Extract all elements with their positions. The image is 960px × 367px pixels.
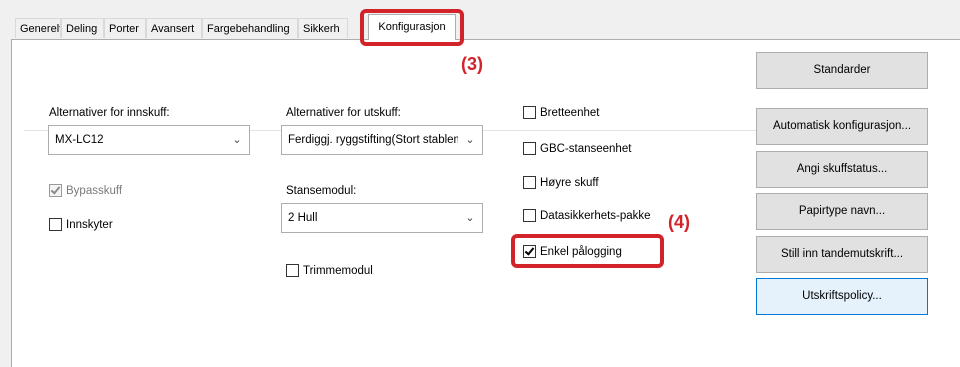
input-tray-select[interactable]: MX-LC12 ⌄ [48,125,250,155]
output-tray-label: Alternativer for utskuff: [286,107,401,119]
checkbox-box [523,209,536,222]
highlight-box-single-sign-on [511,234,664,268]
checkbox-box [523,176,536,189]
punch-module-select[interactable]: 2 Hull ⌄ [281,203,483,233]
data-security-kit-checkbox[interactable]: Datasikkerhets-pakke [523,209,651,222]
input-tray-value: MX-LC12 [55,134,104,146]
input-tray-label: Alternativer for innskuff: [49,107,170,119]
auto-configuration-button[interactable]: Automatisk konfigurasjon... [756,108,928,145]
inserter-label: Innskyter [66,218,113,231]
output-tray-select[interactable]: Ferdiggj. ryggstifting(Stort stablema ⌄ [281,125,483,155]
defaults-button[interactable]: Standarder [756,52,928,89]
print-policy-button[interactable]: Utskriftspolicy... [756,278,928,315]
gbc-punch-label: GBC-stanseenhet [540,142,632,155]
bypass-tray-label: Bypasskuff [66,184,123,197]
checkbox-box [523,142,536,155]
tab-generelt[interactable]: Generelt [15,18,61,38]
tab-porter[interactable]: Porter [104,18,146,38]
punch-module-value: 2 Hull [288,212,318,224]
chevron-down-icon[interactable]: ⌄ [225,126,249,154]
annotation-step-3: (3) [461,54,483,74]
checkbox-box [286,264,299,277]
chevron-down-icon[interactable]: ⌄ [458,126,482,154]
tab-avansert[interactable]: Avansert [146,18,202,38]
folding-unit-checkbox[interactable]: Bretteenhet [523,106,599,119]
paper-type-name-button[interactable]: Papirtype navn... [756,193,928,230]
output-tray-value: Ferdiggj. ryggstifting(Stort stablema [288,134,470,146]
tandem-print-button[interactable]: Still inn tandemutskrift... [756,236,928,273]
trimmer-label: Trimmemodul [303,264,373,277]
highlight-box-tab [360,9,464,46]
tab-deling[interactable]: Deling [61,18,104,38]
punch-module-label: Stansemodul: [286,185,357,197]
data-security-kit-label: Datasikkerhets-pakke [540,209,651,222]
bypass-tray-checkbox[interactable]: Bypasskuff [49,184,122,197]
checkbox-box [49,218,62,231]
folding-unit-label: Bretteenhet [540,106,600,119]
checkbox-box [523,106,536,119]
chevron-down-icon[interactable]: ⌄ [458,204,482,232]
annotation-step-4: (4) [668,212,690,232]
trimmer-checkbox[interactable]: Trimmemodul [286,264,373,277]
right-tray-checkbox[interactable]: Høyre skuff [523,176,599,189]
tab-sikkerhet[interactable]: Sikkerh [298,18,348,38]
right-tray-label: Høyre skuff [540,176,599,189]
gbc-punch-checkbox[interactable]: GBC-stanseenhet [523,142,631,155]
set-tray-status-button[interactable]: Angi skuffstatus... [756,151,928,188]
tab-fargebehandling[interactable]: Fargebehandling [202,18,298,38]
checkmark-icon [49,184,62,197]
inserter-checkbox[interactable]: Innskyter [49,218,113,231]
